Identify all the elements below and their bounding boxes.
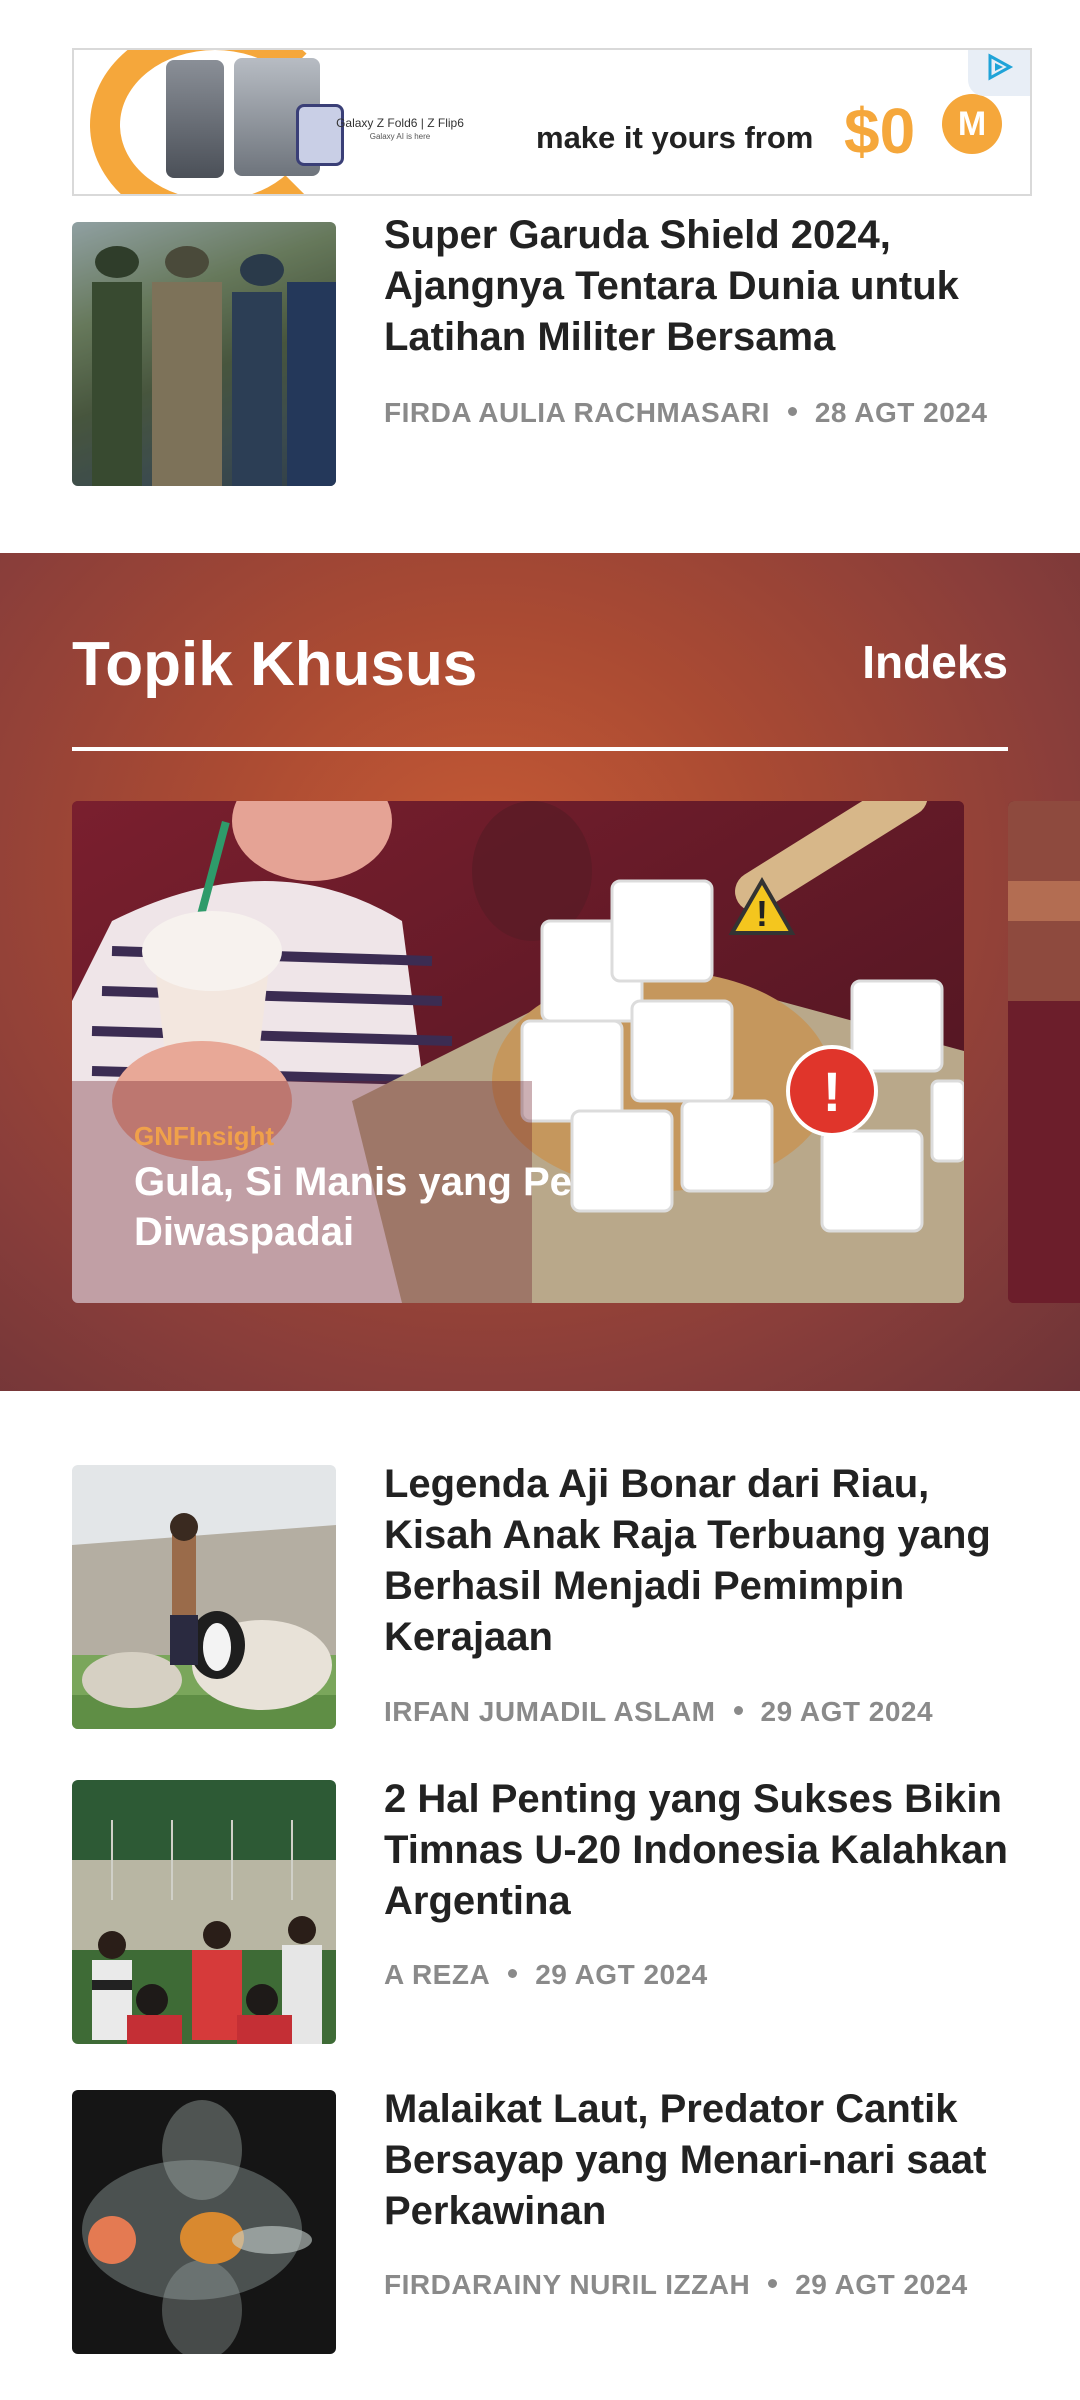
ad-banner[interactable]: Galaxy Z Fold6 | Z Flip6 Galaxy AI is he… bbox=[72, 48, 1032, 196]
article-title[interactable]: Malaikat Laut, Predator Cantik Bersayap … bbox=[384, 2084, 1024, 2237]
article-meta: A REZA 29 AGT 2024 bbox=[384, 1952, 1024, 1997]
article-date: 29 AGT 2024 bbox=[535, 1959, 708, 1990]
article-thumbnail[interactable] bbox=[72, 222, 336, 486]
ad-phone-image bbox=[166, 60, 224, 178]
svg-text:!: ! bbox=[823, 1060, 842, 1123]
article-item[interactable]: Malaikat Laut, Predator Cantik Bersayap … bbox=[72, 2087, 1032, 2354]
article-title[interactable]: Legenda Aji Bonar dari Riau, Kisah Anak … bbox=[384, 1459, 1024, 1663]
article-item[interactable]: Super Garuda Shield 2024, Ajangnya Tenta… bbox=[72, 213, 1032, 486]
separator-dot bbox=[508, 1969, 518, 1979]
section-divider bbox=[72, 747, 1008, 751]
article-title[interactable]: 2 Hal Penting yang Sukses Bikin Timnas U… bbox=[384, 1774, 1024, 1927]
article-thumbnail[interactable] bbox=[72, 2090, 336, 2354]
svg-text:!: ! bbox=[756, 893, 768, 934]
article-author: FIRDA AULIA RACHMASARI bbox=[384, 397, 770, 428]
ad-product-text: Galaxy Z Fold6 | Z Flip6 Galaxy AI is he… bbox=[310, 116, 490, 141]
article-thumbnail[interactable] bbox=[72, 1465, 336, 1729]
section-title: Topik Khusus bbox=[72, 630, 478, 699]
topic-brand: GNFInsight bbox=[134, 1121, 275, 1151]
ad-tagline: make it yours from bbox=[536, 120, 814, 155]
article-date: 29 AGT 2024 bbox=[760, 1696, 934, 1727]
topic-caption: Gula, Si Manis yang Perlu Diwaspadai bbox=[134, 1160, 624, 1254]
article-date: 28 AGT 2024 bbox=[814, 397, 988, 428]
ad-logo: M bbox=[942, 94, 1002, 154]
separator-dot bbox=[768, 2279, 778, 2289]
article-author: IRFAN JUMADIL ASLAM bbox=[384, 1696, 716, 1727]
article-item[interactable]: 2 Hal Penting yang Sukses Bikin Timnas U… bbox=[72, 1777, 1032, 2044]
article-thumbnail[interactable] bbox=[72, 1780, 336, 2044]
ad-product-subtext: Galaxy AI is here bbox=[369, 132, 431, 141]
topic-card-image bbox=[1008, 801, 1080, 1303]
index-link[interactable]: Indeks bbox=[862, 635, 1008, 689]
article-title[interactable]: Super Garuda Shield 2024, Ajangnya Tenta… bbox=[384, 210, 1024, 363]
article-date: 29 AGT 2024 bbox=[795, 2269, 968, 2300]
ad-choices-icon[interactable] bbox=[968, 50, 1030, 96]
article-author: A REZA bbox=[384, 1959, 491, 1990]
article-author: FIRDARAINY NURIL IZZAH bbox=[384, 2269, 751, 2300]
topic-card[interactable]: ! ! GNFInsight Gula, Si Manis yang Perlu… bbox=[72, 801, 964, 1303]
separator-dot bbox=[787, 407, 797, 417]
article-meta: FIRDARAINY NURIL IZZAH 29 AGT 2024 bbox=[384, 2262, 1024, 2307]
article-meta: IRFAN JUMADIL ASLAM 29 AGT 2024 bbox=[384, 1689, 1024, 1734]
special-topics-section: Topik Khusus Indeks ! ! GNFInsight Gula,… bbox=[0, 553, 1080, 1391]
article-meta: FIRDA AULIA RACHMASARI 28 AGT 2024 bbox=[384, 390, 1024, 435]
separator-dot bbox=[733, 1706, 743, 1716]
ad-price: $0 bbox=[844, 95, 916, 167]
topic-card-next[interactable] bbox=[1008, 801, 1080, 1303]
article-item[interactable]: Legenda Aji Bonar dari Riau, Kisah Anak … bbox=[72, 1462, 1032, 1745]
